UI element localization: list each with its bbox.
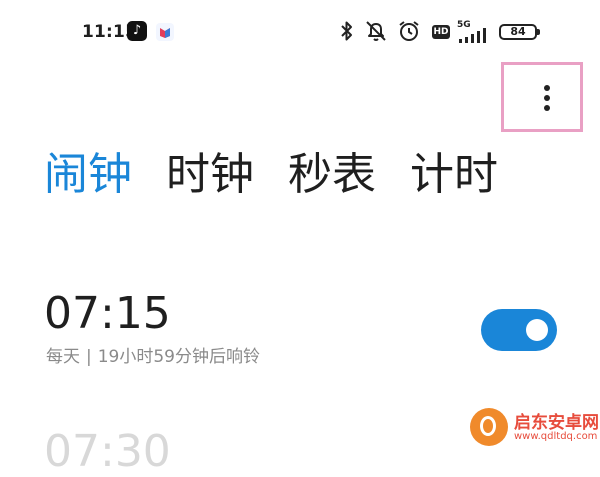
tab-clock[interactable]: 时钟 bbox=[166, 145, 254, 205]
watermark: 启东安卓网 www.qdltdq.com bbox=[470, 406, 599, 448]
separator: | bbox=[86, 347, 92, 367]
toggle-knob bbox=[526, 319, 548, 341]
signal-icon bbox=[457, 26, 493, 48]
tab-stopwatch[interactable]: 秒表 bbox=[288, 145, 376, 205]
more-options-button[interactable] bbox=[501, 62, 583, 132]
alarm-clock-icon bbox=[396, 18, 422, 48]
tab-timer[interactable]: 计时 bbox=[410, 145, 498, 205]
battery-icon: 84 bbox=[499, 24, 540, 40]
watermark-title: 启东安卓网 bbox=[514, 413, 599, 433]
alarm-countdown: 19小时59分钟后响铃 bbox=[97, 347, 260, 367]
alarm-time-2[interactable]: 07:30 bbox=[44, 428, 171, 476]
watermark-url: www.qdltdq.com bbox=[514, 431, 598, 442]
bluetooth-icon bbox=[340, 18, 354, 48]
alarm-time: 07:15 bbox=[44, 288, 171, 339]
app-notification-icon bbox=[156, 23, 174, 41]
mute-icon bbox=[364, 18, 388, 48]
alarm-repeat: 每天 bbox=[46, 347, 80, 367]
watermark-logo-icon bbox=[470, 408, 508, 446]
tiktok-icon: ♪ bbox=[127, 21, 147, 41]
hd-icon: HD bbox=[432, 25, 450, 39]
alarm-description: 每天 | 19小时59分钟后响铃 bbox=[46, 342, 260, 367]
tab-alarm[interactable]: 闹钟 bbox=[44, 145, 132, 205]
status-icons: HD 5G 84 bbox=[340, 18, 580, 48]
more-vertical-icon bbox=[544, 85, 550, 113]
status-bar: 11:15 ♪ HD 5G 84 bbox=[0, 0, 600, 64]
alarm-toggle[interactable] bbox=[481, 309, 557, 351]
